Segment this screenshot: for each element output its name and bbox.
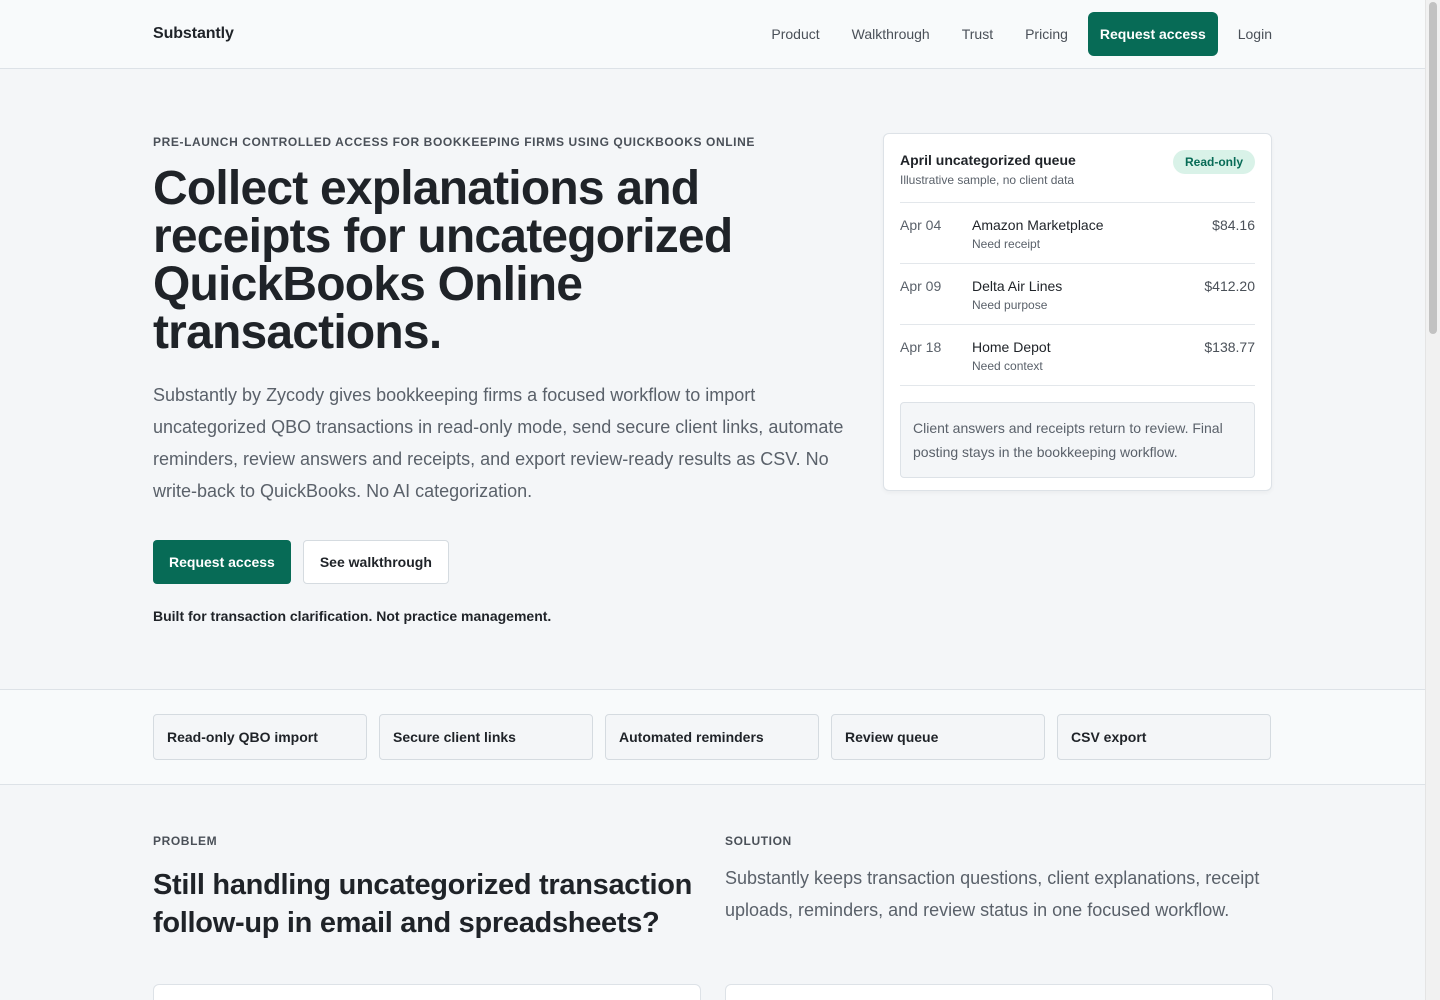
problem-column: PROBLEM Still handling uncategorized tra… [153, 834, 713, 942]
nav-link-pricing[interactable]: Pricing [1025, 26, 1068, 42]
hero-note: Built for transaction clarification. Not… [153, 608, 552, 624]
scrollbar-thumb[interactable] [1429, 2, 1437, 334]
queue-row: Apr 18 Home Depot Need context $138.77 [900, 325, 1255, 386]
queue-subtitle: Illustrative sample, no client data [900, 173, 1075, 187]
hero-content: PRE-LAUNCH CONTROLLED ACCESS FOR BOOKKEE… [153, 135, 853, 624]
queue-row-amount: $138.77 [1204, 339, 1255, 355]
site-header: Substantly Product Walkthrough Trust Pri… [0, 0, 1425, 69]
nav-request-access-button[interactable]: Request access [1087, 12, 1218, 56]
queue-row-vendor: Home Depot [972, 339, 1051, 355]
queue-card-heading: April uncategorized queue Illustrative s… [900, 152, 1076, 202]
solution-label: SOLUTION [725, 834, 792, 848]
hero-title: Collect explanations and receipts for un… [153, 162, 733, 359]
solution-column: SOLUTION Substantly keeps transaction qu… [725, 834, 1272, 926]
feature-chip-reminders[interactable]: Automated reminders [605, 714, 819, 760]
page-scrollbar[interactable] [1425, 0, 1440, 1000]
request-access-button[interactable]: Request access [153, 540, 291, 584]
problem-card [153, 984, 701, 1000]
queue-card: April uncategorized queue Illustrative s… [883, 133, 1272, 491]
read-only-badge: Read-only [1172, 150, 1255, 174]
feature-chip-secure-links[interactable]: Secure client links [379, 714, 593, 760]
problem-title: Still handling uncategorized transaction… [153, 869, 693, 939]
problem-label: PROBLEM [153, 834, 218, 848]
queue-row-details: Home Depot Need context [972, 339, 1204, 385]
feature-chip-review-queue[interactable]: Review queue [831, 714, 1045, 760]
queue-row-need: Need purpose [972, 298, 1048, 312]
feature-strip: Read-only QBO import Secure client links… [0, 689, 1425, 785]
queue-row-need: Need context [972, 359, 1043, 373]
queue-row-details: Amazon Marketplace Need receipt [972, 217, 1212, 263]
queue-row-date: Apr 18 [900, 339, 942, 355]
queue-row-date: Apr 09 [900, 278, 942, 294]
nav-link-walkthrough[interactable]: Walkthrough [852, 26, 930, 42]
hero-description: Substantly by Zycody gives bookkeeping f… [153, 385, 844, 501]
nav-link-trust[interactable]: Trust [962, 26, 993, 42]
queue-card-header: April uncategorized queue Illustrative s… [900, 134, 1255, 203]
queue-note: Client answers and receipts return to re… [900, 402, 1255, 478]
queue-row: Apr 09 Delta Air Lines Need purpose $412… [900, 264, 1255, 325]
solution-text: Substantly keeps transaction questions, … [725, 868, 1260, 920]
solution-card [725, 984, 1273, 1000]
feature-chip-read-only-import[interactable]: Read-only QBO import [153, 714, 367, 760]
queue-title: April uncategorized queue [900, 152, 1076, 168]
see-walkthrough-button[interactable]: See walkthrough [302, 540, 449, 584]
queue-row-amount: $412.20 [1204, 278, 1255, 294]
queue-row-amount: $84.16 [1212, 217, 1255, 233]
queue-row: Apr 04 Amazon Marketplace Need receipt $… [900, 203, 1255, 264]
queue-row-vendor: Amazon Marketplace [972, 217, 1104, 233]
queue-row-vendor: Delta Air Lines [972, 278, 1063, 294]
main-nav: Product Walkthrough Trust Pricing Reques… [771, 12, 1272, 56]
feature-chip-csv-export[interactable]: CSV export [1057, 714, 1271, 760]
queue-row-date: Apr 04 [900, 217, 942, 233]
nav-link-product[interactable]: Product [771, 26, 819, 42]
brand-logo[interactable]: Substantly [153, 25, 234, 43]
hero-actions: Request access See walkthrough [153, 540, 853, 584]
hero-section: PRE-LAUNCH CONTROLLED ACCESS FOR BOOKKEE… [0, 69, 1425, 689]
page: Substantly Product Walkthrough Trust Pri… [0, 0, 1425, 1000]
queue-row-details: Delta Air Lines Need purpose [972, 278, 1204, 324]
queue-row-need: Need receipt [972, 237, 1041, 251]
nav-login-link[interactable]: Login [1238, 26, 1272, 42]
hero-eyebrow: PRE-LAUNCH CONTROLLED ACCESS FOR BOOKKEE… [153, 135, 755, 149]
